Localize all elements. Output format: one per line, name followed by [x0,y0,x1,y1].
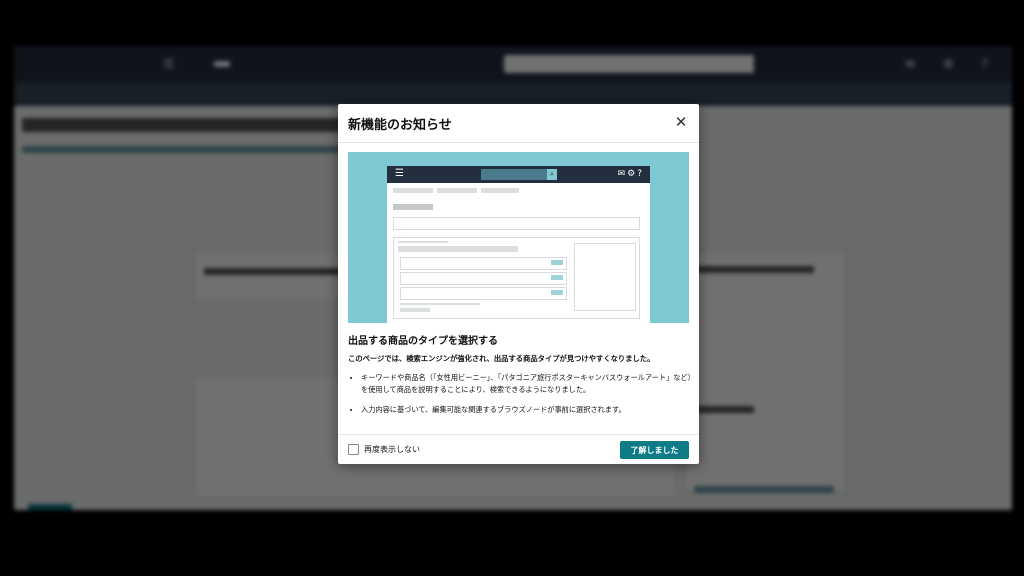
close-icon[interactable]: ✕ [672,113,690,131]
feature-description: このページでは、検索エンジンが強化され、出品する商品タイプが見つけやすくなりまし… [348,354,655,363]
gear-icon: ⚙ [627,169,638,179]
list-item: キーワードや商品名（「女性用ビーニー」、「パタゴニア旅行ポスターキャンバスウォー… [361,372,701,396]
preview-search-input [393,217,640,230]
modal-footer: 再度表示しない 了解しました [338,434,699,465]
preview-tab [393,188,433,193]
modal-title: 新機能のお知らせ [348,118,452,133]
dont-show-again-checkbox[interactable] [348,444,359,455]
preview-header-bar: ☰ ⌕ ✉⚙? [387,166,650,183]
dont-show-again-option[interactable]: 再度表示しない [348,444,420,455]
feature-bullet-list: キーワードや商品名（「女性用ビーニー」、「パタゴニア旅行ポスターキャンバスウォー… [348,372,701,424]
mail-icon: ✉ [617,169,628,179]
modal-header: 新機能のお知らせ ✕ [338,104,699,143]
section-title: 出品する商品のタイプを選択する [348,336,498,347]
dont-show-again-label: 再度表示しない [364,445,420,454]
preview-tab [437,188,477,193]
preview-results-panel [393,237,640,319]
preview-heading [393,204,433,210]
feature-preview-image: ☰ ⌕ ✉⚙? [348,152,689,323]
new-feature-modal: 新機能のお知らせ ✕ ☰ ⌕ ✉⚙? 出品する商品のタイプを選択する このページ… [338,104,699,464]
acknowledge-button[interactable]: 了解しました [620,441,689,459]
preview-tab [481,188,519,193]
preview-window: ☰ ⌕ ✉⚙? [387,166,650,323]
preview-toolbar-icons: ✉⚙? [618,168,644,180]
list-item: 入力内容に基づいて、編集可能な関連するブラウズノードが事前に選択されます。 [361,404,701,416]
hamburger-menu-icon: ☰ [395,168,404,179]
search-icon: ⌕ [547,169,557,180]
help-icon: ? [637,169,644,179]
preview-search-bar: ⌕ [481,169,557,180]
